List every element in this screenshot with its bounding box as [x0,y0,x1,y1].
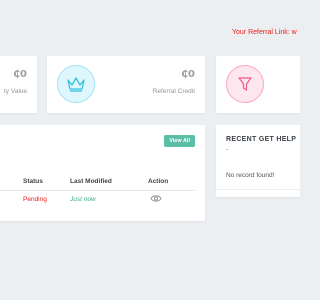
dashboard-page: Your Referral Link: w ₵0 ty Value ₵0 Ref… [0,0,300,300]
stat-value: ₵0 [13,69,27,80]
status-cell: Pending [23,196,47,203]
column-header-last-modified: Last Modified [70,178,112,185]
stat-card-value: ₵0 ty Value [0,56,37,113]
requests-table-card: View All Status Last Modified Action Pen… [0,125,205,221]
table-header: Status Last Modified Action [0,178,195,191]
stat-label: Referral Credit [152,88,195,95]
help-title: RECENT GET HELP [226,136,297,143]
empty-state-text: No record found! [226,172,275,179]
help-dash: - [226,147,228,153]
divider [216,189,300,190]
column-header-action: Action [148,178,169,185]
column-header-status: Status [23,178,43,185]
view-all-button[interactable]: View All [164,135,195,147]
referral-link[interactable]: Your Referral Link: w [232,29,297,36]
stat-card-referral-credit: ₵0 Referral Credit [47,56,205,113]
eye-icon[interactable] [150,194,162,203]
filter-icon [238,77,252,91]
crown-icon [67,77,85,92]
crown-icon-circle [57,65,95,103]
stat-card-filter [216,56,300,113]
stat-label: ty Value [3,88,27,95]
last-modified-cell: Just now [70,196,96,203]
filter-icon-circle [226,65,264,103]
view-action-button[interactable] [150,194,162,205]
recent-get-help-card: RECENT GET HELP - No record found! [216,125,300,197]
stat-value: ₵0 [181,69,195,80]
table-row: Pending Just now [0,194,195,206]
